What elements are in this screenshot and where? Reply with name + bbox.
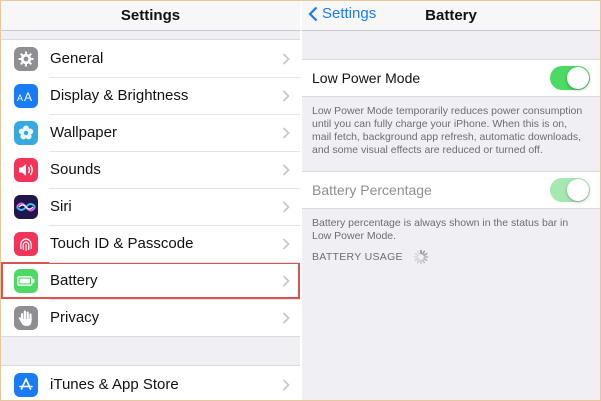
battery-percentage-group: Battery Percentage	[302, 171, 600, 209]
svg-text:A: A	[17, 93, 23, 103]
chevron-right-icon	[282, 89, 290, 102]
loading-spinner-icon	[413, 249, 429, 265]
settings-item-label: Display & Brightness	[50, 87, 189, 104]
chevron-right-icon	[282, 52, 290, 65]
low-power-description: Low Power Mode temporarily reduces power…	[312, 105, 583, 156]
settings-title: Settings	[120, 7, 181, 24]
chevron-right-icon	[282, 311, 290, 324]
settings-pane: Settings General AA Display & Brightness	[1, 1, 300, 400]
battery-pane: Settings Battery Low Power Mode Low Powe…	[302, 1, 600, 400]
chevron-right-icon	[282, 378, 290, 391]
chevron-right-icon	[282, 237, 290, 250]
settings-item-privacy[interactable]: Privacy	[1, 299, 300, 336]
settings-item-itunes-app-store[interactable]: iTunes & App Store	[1, 366, 300, 400]
chevron-right-icon	[282, 200, 290, 213]
hand-icon	[14, 305, 38, 330]
settings-navbar: Settings	[1, 1, 300, 31]
app-store-icon	[14, 372, 38, 397]
settings-item-label: Battery	[50, 272, 98, 289]
settings-item-display-brightness[interactable]: AA Display & Brightness	[1, 77, 300, 114]
gear-icon	[14, 46, 38, 71]
settings-group-main: General AA Display & Brightness Wallpape…	[1, 39, 300, 337]
battery-percentage-label: Battery Percentage	[312, 182, 432, 198]
screenshot-frame: Settings General AA Display & Brightness	[0, 0, 601, 401]
low-power-toggle[interactable]	[550, 66, 590, 90]
battery-percentage-description: Battery percentage is always shown in th…	[312, 217, 569, 242]
battery-percentage-toggle[interactable]	[550, 178, 590, 202]
battery-navbar: Settings Battery	[302, 1, 600, 31]
settings-group-store: iTunes & App Store	[1, 365, 300, 400]
low-power-row: Low Power Mode	[302, 60, 600, 96]
low-power-label: Low Power Mode	[312, 70, 421, 86]
text-size-icon: AA	[14, 83, 38, 108]
settings-item-sounds[interactable]: Sounds	[1, 151, 300, 188]
battery-title: Battery	[425, 7, 477, 24]
battery-percentage-row: Battery Percentage	[302, 172, 600, 208]
settings-item-label: Touch ID & Passcode	[50, 235, 194, 252]
toggle-knob	[567, 67, 589, 89]
chevron-right-icon	[282, 163, 290, 176]
chevron-right-icon	[282, 274, 290, 287]
settings-item-general[interactable]: General	[1, 40, 300, 77]
toggle-knob	[567, 179, 589, 201]
settings-item-wallpaper[interactable]: Wallpaper	[1, 114, 300, 151]
battery-usage-label: BATTERY USAGE	[312, 251, 403, 263]
settings-item-label: General	[50, 50, 104, 67]
settings-item-siri[interactable]: Siri	[1, 188, 300, 225]
siri-icon	[14, 194, 38, 219]
settings-item-label: iTunes & App Store	[50, 376, 179, 393]
settings-item-label: Sounds	[50, 161, 101, 178]
settings-item-battery[interactable]: Battery	[1, 262, 300, 299]
battery-usage-header: BATTERY USAGE	[302, 243, 600, 265]
low-power-group: Low Power Mode	[302, 59, 600, 97]
settings-item-label: Privacy	[50, 309, 100, 326]
chevron-right-icon	[282, 126, 290, 139]
settings-item-label: Wallpaper	[50, 124, 117, 141]
fingerprint-icon	[14, 231, 38, 256]
settings-item-label: Siri	[50, 198, 72, 215]
settings-item-touch-id-passcode[interactable]: Touch ID & Passcode	[1, 225, 300, 262]
flower-icon	[14, 120, 38, 145]
svg-text:A: A	[24, 90, 32, 103]
speaker-icon	[14, 157, 38, 182]
battery-icon	[14, 268, 38, 293]
